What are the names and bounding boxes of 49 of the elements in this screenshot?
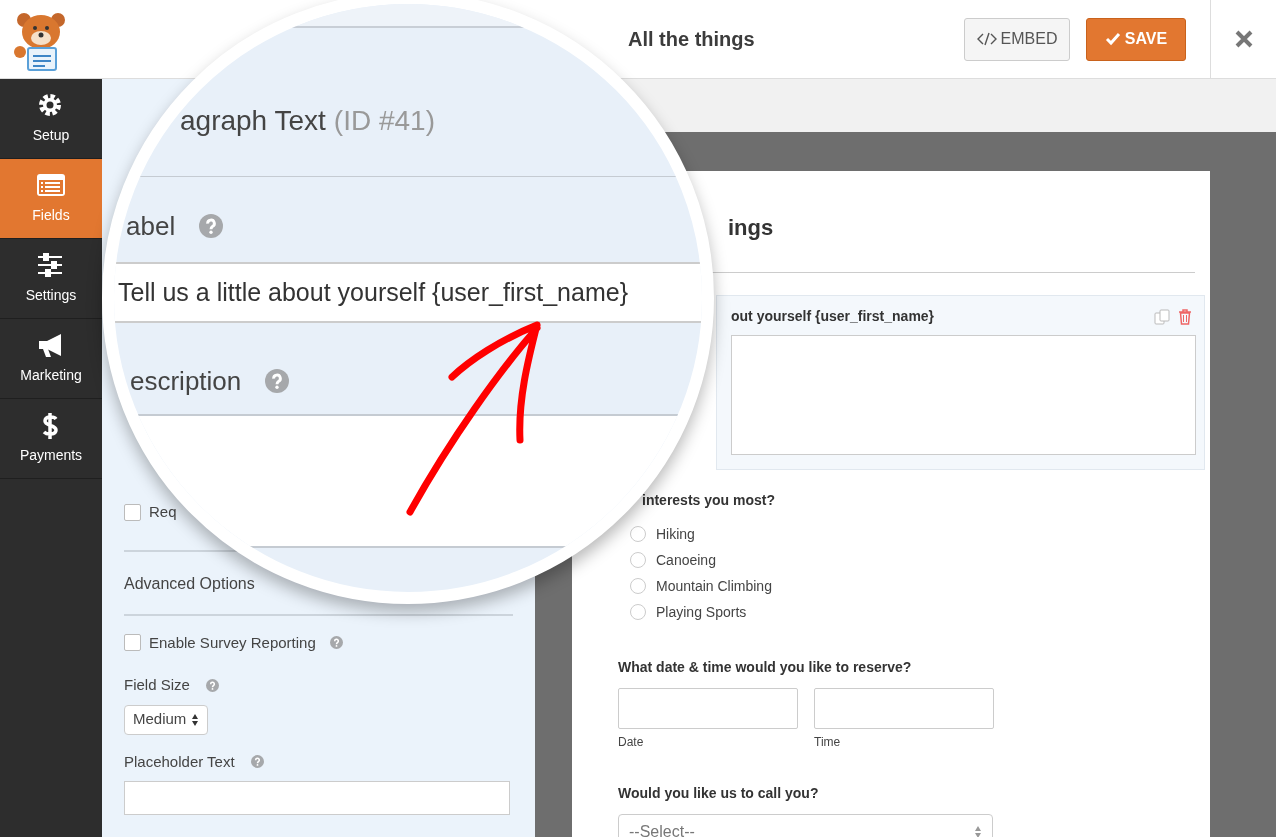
field-block[interactable]: out yourself {user_first_name} (716, 295, 1205, 470)
option-label: Mountain Climbing (656, 576, 772, 596)
question-label: Would you like us to call you? (618, 784, 820, 803)
checkbox[interactable] (124, 503, 141, 521)
trash-icon[interactable] (1178, 308, 1192, 325)
field-title: agraph Text (180, 105, 326, 136)
form-title: All the things (628, 27, 755, 52)
field-label: Placeholder Text (124, 751, 235, 772)
field-label: escription (130, 365, 242, 398)
option-label: Canoeing (656, 550, 716, 570)
sidebar-item[interactable]: Settings (0, 239, 102, 319)
placeholder-input[interactable] (124, 781, 510, 815)
form-title: ings (728, 214, 775, 242)
embed-button[interactable]: EMBED (964, 17, 1070, 61)
select-field[interactable]: --Select-- (618, 814, 993, 837)
textarea-field[interactable] (731, 335, 1196, 455)
option-label: Hiking (656, 524, 695, 544)
section-heading: Advanced Options (124, 573, 256, 594)
size-select[interactable]: Medium (124, 704, 208, 735)
field-id: (ID #41) (333, 105, 435, 136)
sub-label: Date (618, 734, 645, 751)
radio-button[interactable] (630, 526, 646, 542)
sub-label: Time (814, 734, 842, 751)
checkbox-label: Enable Survey Reporting (149, 632, 316, 653)
help-icon[interactable] (205, 678, 219, 692)
help-icon[interactable] (265, 369, 290, 393)
check-icon (1104, 32, 1121, 46)
updown-icon (974, 825, 982, 837)
text-input[interactable] (618, 688, 798, 729)
checkbox-label: Req (149, 502, 177, 522)
help-icon[interactable] (329, 636, 343, 650)
field-label: out yourself {user_first_name} (731, 307, 935, 326)
field-label: abel (126, 210, 176, 243)
question-label: What date & time would you like to reserve? (618, 658, 913, 677)
radio-button[interactable] (630, 604, 646, 620)
question-label: interests you most? (642, 491, 777, 510)
label-input[interactable]: Tell us a little about yourself {user_first_name} (114, 262, 702, 323)
code-icon (976, 32, 997, 46)
updown-icon (191, 712, 199, 727)
help-icon[interactable] (250, 755, 264, 769)
close-icon[interactable] (1233, 29, 1254, 49)
help-icon[interactable] (199, 214, 224, 238)
field-label: Field Size (124, 675, 190, 695)
radio-button[interactable] (630, 552, 646, 568)
checkbox[interactable] (124, 634, 141, 652)
text-input[interactable] (814, 688, 994, 729)
duplicate-icon[interactable] (1154, 308, 1170, 325)
option-label: Playing Sports (656, 602, 747, 622)
radio-button[interactable] (630, 578, 646, 594)
